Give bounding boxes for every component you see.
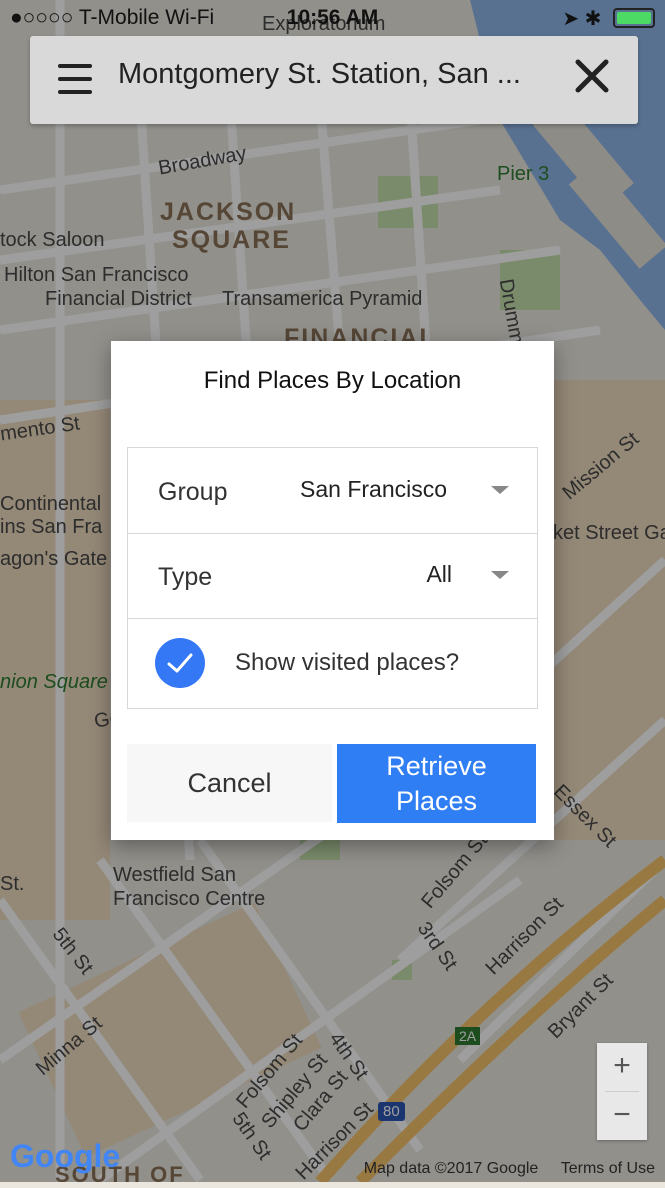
google-logo: Google [10,1138,120,1175]
visited-checkbox[interactable] [155,638,205,688]
map-data-text: Map data ©2017 Google [363,1160,539,1177]
location-bluetooth-icons: ➤ ✱ [562,8,602,30]
group-select-row[interactable]: Group San Francisco [128,448,537,534]
chevron-down-icon[interactable] [491,571,509,579]
map-footer: Map data ©2017 Google Terms of Use [346,1160,655,1178]
zoom-in-button[interactable]: + [597,1043,647,1091]
battery-icon [613,8,655,28]
type-label: Type [158,563,213,591]
group-label: Group [158,478,228,506]
search-input[interactable]: Montgomery St. Station, San ... [118,58,538,91]
zoom-controls: + − [597,1043,647,1140]
form-fields: Group San Francisco Type All Show visite… [127,447,538,709]
find-places-dialog: Find Places By Location Group San Franci… [111,341,554,840]
cancel-button[interactable]: Cancel [127,744,332,822]
status-icons: ➤ ✱ [562,6,655,31]
visited-checkbox-row[interactable]: Show visited places? [128,618,537,707]
visited-label: Show visited places? [235,649,460,676]
search-bar[interactable]: Montgomery St. Station, San ... [30,36,638,124]
dialog-title: Find Places By Location [203,367,462,394]
hamburger-menu-icon[interactable] [58,64,92,94]
group-select[interactable]: San Francisco [300,476,452,503]
google-logo-text: Google [10,1138,121,1174]
chevron-down-icon[interactable] [491,486,509,494]
close-icon[interactable] [574,58,610,94]
checkmark-icon [167,653,193,673]
type-select[interactable]: All [426,561,452,588]
retrieve-places-button[interactable]: Retrieve Places [337,744,536,823]
type-select-row[interactable]: Type All [128,533,537,619]
terms-link[interactable]: Terms of Use [561,1160,655,1177]
zoom-out-button[interactable]: − [597,1092,647,1140]
status-bar: ●○○○○ T-Mobile Wi-Fi 10:56 AM ➤ ✱ [0,0,665,36]
